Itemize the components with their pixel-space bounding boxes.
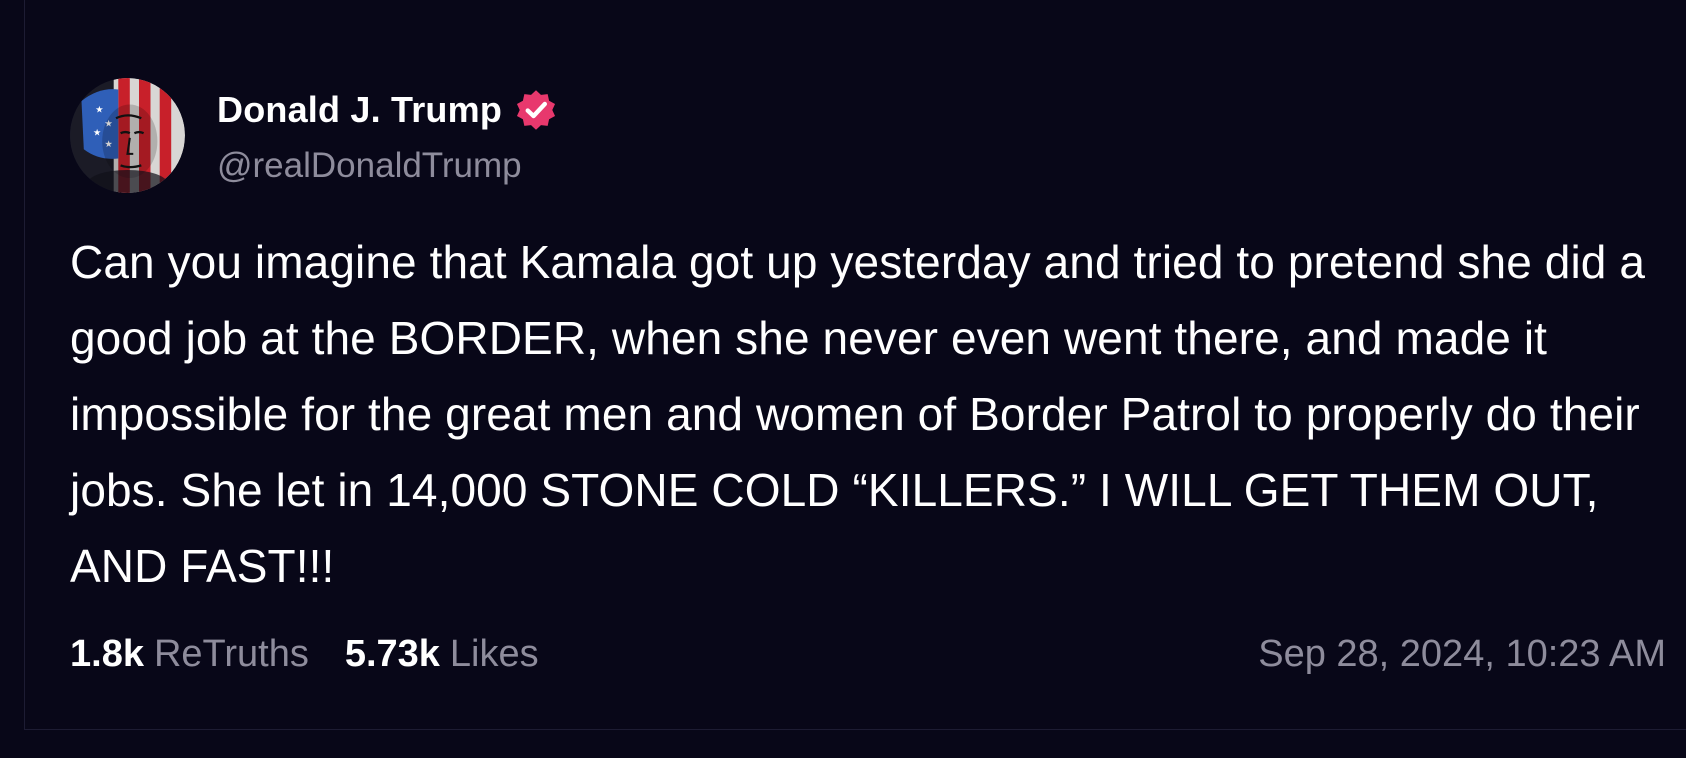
retruths-stat[interactable]: 1.8k ReTruths xyxy=(70,633,309,676)
post-stats: 1.8k ReTruths 5.73k Likes xyxy=(70,633,539,676)
post-footer: 1.8k ReTruths 5.73k Likes Sep 28, 2024, … xyxy=(70,626,1666,682)
avatar[interactable]: ★ ★ ★ ★ xyxy=(70,78,185,193)
retruths-label: ReTruths xyxy=(153,632,309,675)
author-name[interactable]: Donald J. Trump xyxy=(217,89,502,131)
post-timestamp[interactable]: Sep 28, 2024, 10:23 AM xyxy=(1258,633,1666,676)
svg-text:★: ★ xyxy=(95,105,103,116)
likes-stat[interactable]: 5.73k Likes xyxy=(345,633,539,676)
likes-count: 5.73k xyxy=(344,632,440,675)
author-name-row: Donald J. Trump xyxy=(217,86,558,134)
likes-label: Likes xyxy=(449,632,539,675)
post-card: ★ ★ ★ ★ Donald J. Trump @realDonaldTrump… xyxy=(24,0,1686,730)
verified-badge-icon xyxy=(514,88,558,132)
author-handle[interactable]: @realDonaldTrump xyxy=(217,146,522,186)
post-text: Can you imagine that Kamala got up yeste… xyxy=(70,236,1646,592)
svg-text:★: ★ xyxy=(93,128,101,139)
avatar-image: ★ ★ ★ ★ xyxy=(70,78,185,193)
retruths-count: 1.8k xyxy=(70,632,144,675)
